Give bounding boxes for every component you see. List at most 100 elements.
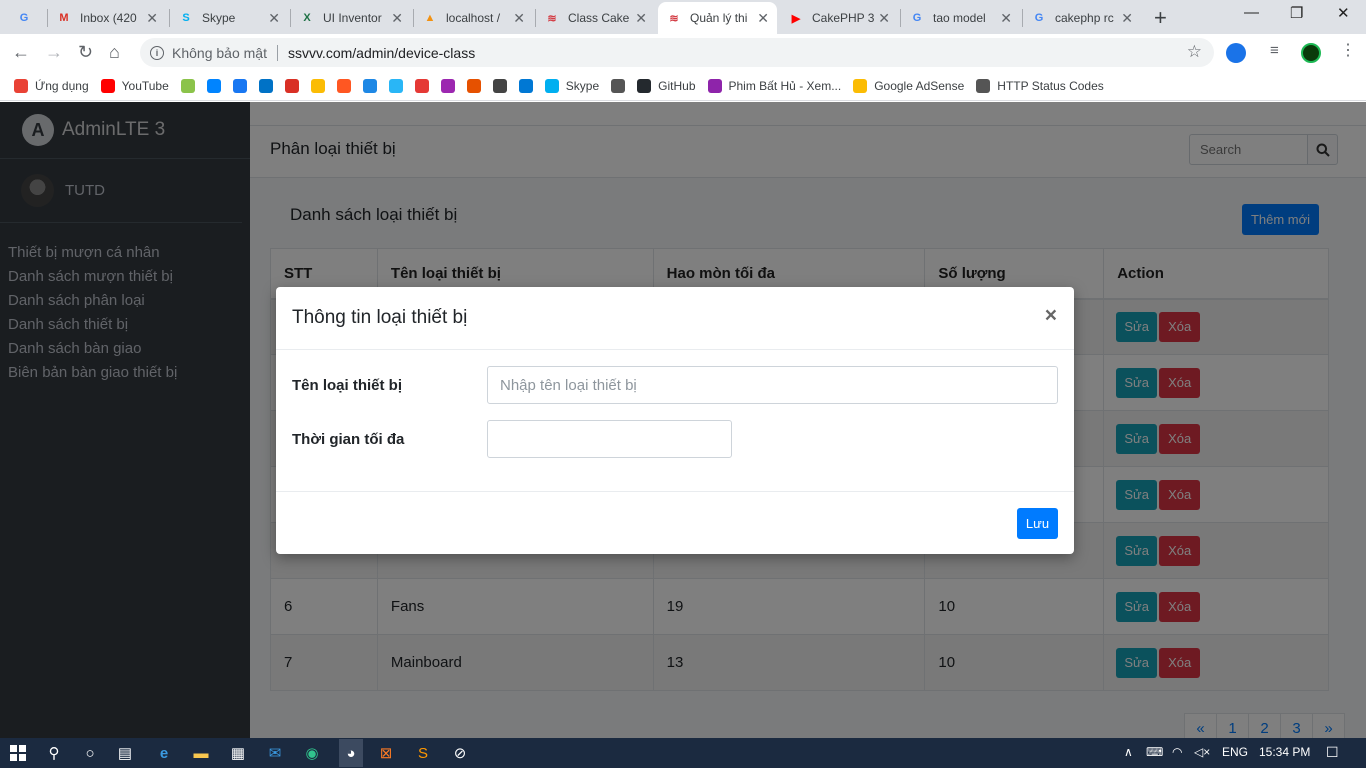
store-icon[interactable]: ▦ bbox=[228, 743, 248, 763]
tab-close-icon[interactable]: ✕ bbox=[878, 10, 890, 27]
bookmark-item[interactable] bbox=[180, 78, 195, 93]
bookmark-item[interactable]: GitHub bbox=[637, 78, 696, 93]
bookmark-item[interactable]: Phim Bất Hủ - Xem... bbox=[707, 78, 842, 93]
back-icon[interactable]: ← bbox=[12, 42, 30, 63]
tab-favicon-icon: ≋ bbox=[669, 12, 679, 25]
browser-tab[interactable]: Gcakephp rc ✕ bbox=[1023, 2, 1141, 34]
restore-icon[interactable]: ❐ bbox=[1290, 4, 1303, 22]
browser-tab[interactable]: X UI Inventor ✕ bbox=[291, 2, 411, 34]
tab-close-icon[interactable]: ✕ bbox=[391, 10, 403, 27]
bookmark-favicon-icon bbox=[362, 78, 377, 93]
app-icon[interactable]: ⊘ bbox=[450, 743, 470, 763]
volume-icon[interactable]: ◁× bbox=[1194, 745, 1210, 759]
browser-tab[interactable]: S Skype ✕ bbox=[170, 2, 288, 34]
tab-separator bbox=[413, 9, 414, 27]
tab-title: Class Cake bbox=[568, 11, 630, 25]
task-view-icon[interactable]: ▤ bbox=[115, 743, 135, 763]
tab-close-icon[interactable]: ✕ bbox=[146, 10, 158, 27]
bookmark-item[interactable]: Ứng dụng bbox=[14, 78, 89, 93]
browser-tab[interactable]: ▶ CakePHP 3 ✕ bbox=[780, 2, 898, 34]
max-time-field-row: Thời gian tối đa bbox=[292, 420, 732, 458]
tab-favicon-icon: G bbox=[912, 12, 922, 24]
save-button[interactable]: Lưu bbox=[1017, 508, 1058, 539]
bookmark-favicon-icon bbox=[466, 78, 481, 93]
bookmark-item[interactable] bbox=[492, 78, 507, 93]
device-class-name-input[interactable] bbox=[487, 366, 1058, 404]
bookmark-label: Phim Bất Hủ - Xem... bbox=[728, 78, 842, 93]
minimize-icon[interactable]: — bbox=[1244, 4, 1259, 21]
language-indicator[interactable]: ENG bbox=[1222, 745, 1248, 759]
windows-start-icon[interactable] bbox=[8, 743, 28, 763]
notifications-icon[interactable]: ☐ bbox=[1326, 744, 1339, 761]
search-taskbar-icon[interactable]: ⚲ bbox=[44, 743, 64, 763]
bookmark-item[interactable] bbox=[440, 78, 455, 93]
tab-title: CakePHP 3 bbox=[812, 11, 875, 25]
bookmark-favicon-icon bbox=[544, 78, 559, 93]
sublime-text-icon[interactable]: S bbox=[413, 743, 433, 763]
bookmark-favicon-icon bbox=[440, 78, 455, 93]
bookmark-item[interactable] bbox=[414, 78, 429, 93]
tab-favicon-icon: ▶ bbox=[791, 12, 801, 25]
close-icon[interactable]: × bbox=[1045, 304, 1057, 328]
tab-close-icon[interactable]: ✕ bbox=[513, 10, 525, 27]
xampp-icon[interactable]: ⊠ bbox=[376, 743, 396, 763]
browser-tab[interactable]: G bbox=[8, 2, 48, 34]
tab-close-icon[interactable]: ✕ bbox=[1121, 10, 1133, 27]
browser-tab[interactable]: ≋ Quản lý thi ✕ bbox=[658, 2, 777, 34]
bookmark-item[interactable] bbox=[310, 78, 325, 93]
bookmark-item[interactable]: Google AdSense bbox=[853, 78, 964, 93]
browser-tab[interactable]: ≋ Class Cake ✕ bbox=[536, 2, 655, 34]
bookmark-item[interactable] bbox=[232, 78, 247, 93]
tab-title: Quản lý thi bbox=[690, 11, 748, 25]
tray-chevron-icon[interactable]: ∧ bbox=[1124, 745, 1133, 759]
url-text[interactable]: ssvvv.com/admin/device-class bbox=[288, 45, 475, 61]
input-method-icon[interactable]: ⌨ bbox=[1146, 745, 1163, 759]
clock[interactable]: 15:34 PM bbox=[1259, 745, 1310, 759]
profile-avatar[interactable] bbox=[1301, 43, 1321, 63]
bookmark-star-icon[interactable]: ☆ bbox=[1187, 42, 1202, 62]
forward-icon[interactable]: → bbox=[45, 42, 63, 63]
media-control-icon[interactable]: ≡ bbox=[1270, 42, 1290, 62]
bookmark-item[interactable] bbox=[362, 78, 377, 93]
browser-menu-icon[interactable]: ⋮ bbox=[1340, 40, 1360, 60]
bookmark-item[interactable] bbox=[466, 78, 481, 93]
file-explorer-icon[interactable]: ▬ bbox=[191, 743, 211, 763]
modal-title: Thông tin loại thiết bị bbox=[292, 307, 468, 328]
max-time-input[interactable] bbox=[487, 420, 732, 458]
browser-tab[interactable]: ▲ localhost / ✕ bbox=[414, 2, 533, 34]
bookmark-item[interactable]: HTTP Status Codes bbox=[976, 78, 1104, 93]
bookmark-item[interactable] bbox=[336, 78, 351, 93]
info-icon[interactable]: i bbox=[150, 45, 164, 60]
mail-icon[interactable]: ✉ bbox=[265, 743, 285, 763]
chrome-taskbar-icon[interactable]: ◕ bbox=[339, 739, 363, 767]
tab-close-icon[interactable]: ✕ bbox=[1000, 10, 1012, 27]
reload-icon[interactable]: ↻ bbox=[78, 42, 93, 63]
browser-tab[interactable]: Gtao model ✕ bbox=[901, 2, 1020, 34]
security-label: Không bảo mật bbox=[172, 44, 267, 61]
bookmark-item[interactable] bbox=[611, 78, 626, 93]
bookmark-favicon-icon bbox=[388, 78, 403, 93]
browser-tab[interactable]: M Inbox (420 ✕ bbox=[48, 2, 166, 34]
bookmark-item[interactable] bbox=[284, 78, 299, 93]
wifi-icon[interactable]: ◠ bbox=[1172, 745, 1182, 759]
address-bar[interactable]: i Không bảo mật ssvvv.com/admin/device-c… bbox=[140, 38, 1214, 67]
bookmark-favicon-icon bbox=[611, 78, 626, 93]
bookmark-item[interactable]: YouTube bbox=[100, 78, 169, 93]
bookmark-item[interactable] bbox=[206, 78, 221, 93]
admin-page: A AdminLTE 3 TUTD Thiết bị mượn cá nhânD… bbox=[0, 102, 1366, 738]
bookmark-item[interactable] bbox=[388, 78, 403, 93]
close-window-icon[interactable]: ✕ bbox=[1337, 4, 1350, 22]
cortana-icon[interactable]: ○ bbox=[80, 743, 100, 763]
home-icon[interactable]: ⌂ bbox=[109, 42, 120, 63]
bookmark-item[interactable]: Skype bbox=[544, 78, 599, 93]
tab-close-icon[interactable]: ✕ bbox=[635, 10, 647, 27]
chat-app-icon[interactable]: ◉ bbox=[302, 743, 322, 763]
edge-icon[interactable]: e bbox=[154, 743, 174, 763]
bookmark-item[interactable] bbox=[258, 78, 273, 93]
tab-close-icon[interactable]: ✕ bbox=[757, 10, 769, 27]
extension-icon[interactable] bbox=[1226, 43, 1246, 63]
new-tab-button[interactable]: + bbox=[1154, 5, 1167, 31]
bookmark-favicon-icon bbox=[206, 78, 221, 93]
tab-close-icon[interactable]: ✕ bbox=[268, 10, 280, 27]
bookmark-item[interactable] bbox=[518, 78, 533, 93]
